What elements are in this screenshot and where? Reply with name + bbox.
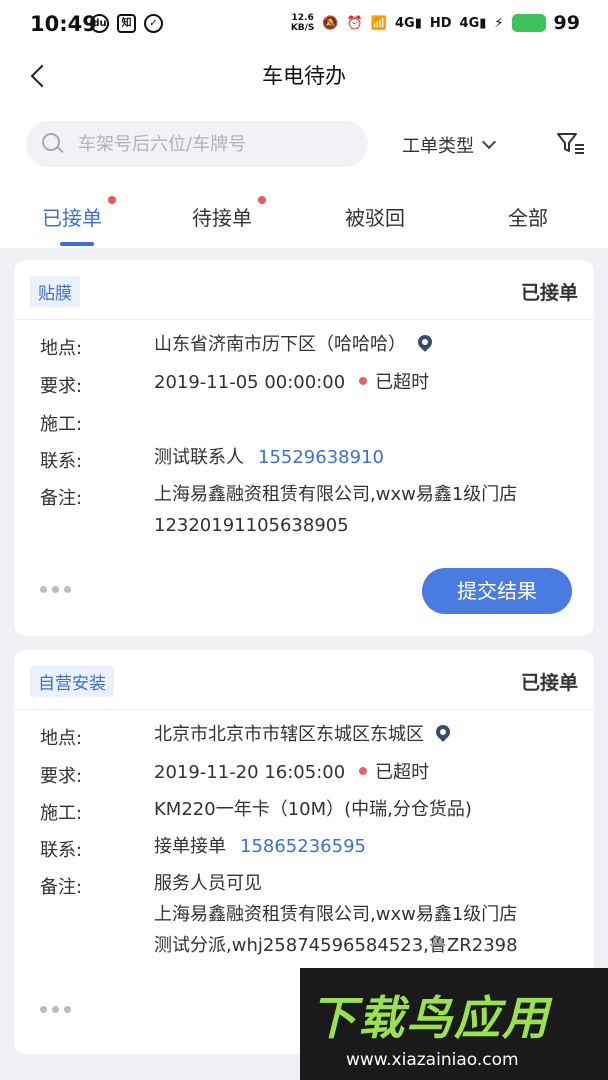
overdue-dot: [359, 767, 368, 775]
order-status: 已接单: [520, 282, 578, 304]
du-icon: du: [90, 14, 109, 33]
location-value: 北京市北京市市辖区东城区东城区: [154, 724, 424, 745]
filter-button[interactable]: [556, 131, 586, 155]
watermark-url: www.xiazainiao.com: [346, 1050, 519, 1070]
search-box[interactable]: [26, 121, 368, 167]
mute-icon: 🔕: [322, 15, 339, 31]
unread-dot: [258, 196, 266, 204]
battery-icon: [511, 14, 546, 32]
require-label: 要求:: [40, 376, 83, 397]
unread-dot: [108, 196, 116, 204]
search-icon: [42, 133, 60, 151]
remark-label: 备注:: [40, 488, 83, 509]
tab-all[interactable]: 全部: [508, 202, 548, 231]
watermark-logo: 下载鸟应用: [310, 991, 550, 1045]
tab-pending-label: 待接单: [192, 206, 252, 230]
location-value: 山东省济南市历下区（哈哈哈）: [154, 334, 406, 355]
tab-accepted-label: 已接单: [42, 206, 102, 230]
chevron-down-icon: [481, 134, 497, 150]
status-notification-icons: du 知 ✓: [90, 14, 163, 33]
wifi-icon: 📶: [370, 15, 387, 31]
filter-icon: [557, 133, 584, 154]
more-options-icon[interactable]: [40, 1006, 71, 1013]
net-speed: 12.6 KB/S: [290, 13, 315, 33]
status-right: 12.6 KB/S 🔕 ⏰ 📶 4G▮ HD 4G▮ ⚡ 99: [291, 12, 580, 34]
overdue-dot: [359, 377, 368, 385]
battery-level: 99: [553, 12, 580, 34]
order-type-label: 工单类型: [402, 136, 474, 157]
submit-result-button[interactable]: 提交结果: [422, 568, 572, 614]
order-card[interactable]: 贴膜 已接单 地点: 山东省济南市历下区（哈哈哈） 要求: 2019-11-05…: [14, 260, 594, 636]
signal-icon: 4G▮: [394, 15, 422, 31]
more-options-icon[interactable]: [40, 586, 71, 593]
location-pin-icon[interactable]: [415, 332, 435, 352]
status-bar: 10:49 du 知 ✓ 12.6 KB/S 🔕 ⏰ 📶 4G▮ HD 4G▮ ⚡…: [0, 0, 608, 52]
watermark: 下载鸟应用 www.xiazainiao.com: [300, 968, 608, 1080]
contact-label: 联系:: [40, 451, 83, 472]
tab-all-label: 全部: [508, 206, 548, 230]
location-label: 地点:: [40, 728, 83, 749]
remark-line: 12320191105638905: [154, 515, 349, 536]
location-label: 地点:: [40, 338, 83, 359]
order-type-tag: 贴膜: [30, 276, 80, 307]
tab-accepted[interactable]: 已接单: [42, 196, 116, 231]
charging-icon: ⚡: [494, 15, 504, 31]
tab-bar: 已接单 待接单 被驳回 全部: [0, 186, 608, 248]
overdue-text: 已超时: [375, 372, 430, 393]
remark-label: 备注:: [40, 877, 83, 898]
construct-value: KM220一年卡（10M）(中瑞,分仓货品): [154, 799, 472, 820]
contact-phone[interactable]: 15529638910: [258, 447, 384, 468]
zhi-icon: 知: [117, 14, 136, 33]
hd-icon: HD: [429, 15, 452, 31]
search-input[interactable]: [78, 121, 358, 167]
order-type-tag: 自营安装: [30, 666, 114, 697]
card-header: 贴膜 已接单: [14, 260, 594, 320]
remark-line: 服务人员可见: [154, 873, 262, 894]
remark-line: 上海易鑫融资租赁有限公司,wxw易鑫1级门店: [154, 484, 518, 505]
tab-pending[interactable]: 待接单: [192, 196, 266, 231]
contact-name: 测试联系人: [154, 447, 244, 468]
require-label: 要求:: [40, 766, 83, 787]
status-time: 10:49: [30, 12, 97, 36]
contact-label: 联系:: [40, 840, 83, 861]
order-type-dropdown[interactable]: 工单类型: [402, 132, 497, 158]
active-tab-indicator: [60, 242, 94, 246]
alarm-icon: ⏰: [346, 15, 363, 31]
tab-rejected-label: 被驳回: [345, 206, 405, 230]
contact-name: 接单接单: [154, 836, 226, 857]
construct-label: 施工:: [40, 414, 83, 435]
overdue-text: 已超时: [375, 762, 430, 783]
construct-label: 施工:: [40, 803, 83, 824]
require-time: 2019-11-05 00:00:00: [154, 372, 346, 393]
require-time: 2019-11-20 16:05:00: [154, 762, 346, 783]
nav-bar: 车电待办: [0, 52, 608, 100]
page-title: 车电待办: [262, 64, 346, 88]
order-status: 已接单: [520, 672, 578, 694]
remark-line: 上海易鑫融资租赁有限公司,wxw易鑫1级门店: [154, 904, 518, 925]
remark-line: 测试分派,whj25874596584523,鲁ZR2398: [154, 935, 518, 956]
location-pin-icon[interactable]: [433, 722, 453, 742]
card-header: 自营安装 已接单: [14, 650, 594, 710]
search-row: 工单类型: [0, 100, 608, 186]
signal2-icon: 4G▮: [459, 15, 487, 31]
contact-phone[interactable]: 15865236595: [240, 836, 366, 857]
check-circle-icon: ✓: [144, 14, 163, 33]
tab-rejected[interactable]: 被驳回: [345, 202, 405, 231]
